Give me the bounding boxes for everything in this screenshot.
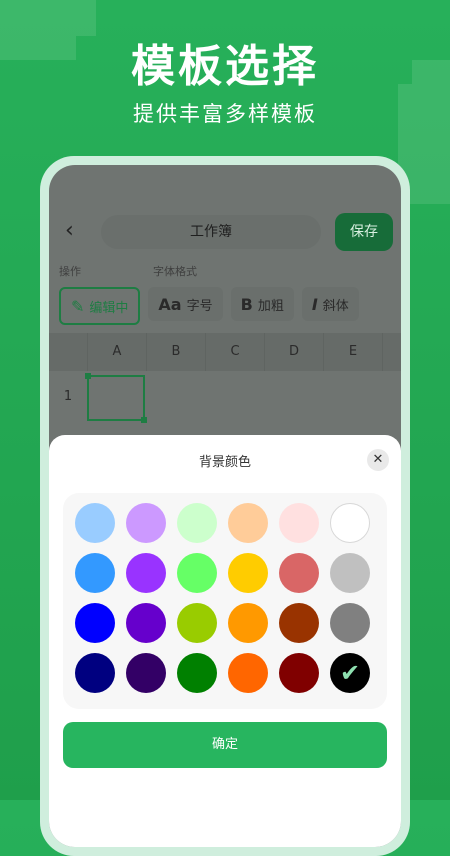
color-swatch[interactable] [279, 603, 319, 643]
close-icon[interactable]: ✕ [367, 449, 389, 471]
color-swatch[interactable] [177, 503, 217, 543]
selected-cell[interactable] [85, 373, 147, 423]
column-header[interactable]: A [88, 333, 147, 371]
color-swatch[interactable] [177, 603, 217, 643]
color-swatch[interactable] [177, 553, 217, 593]
edit-mode-label: 编辑中 [89, 300, 129, 316]
edit-mode-button[interactable]: ✎ 编辑中 [59, 287, 141, 325]
italic-label: 斜体 [322, 298, 349, 314]
phone-frame: ‹ 工作簿 保存 操作 字体格式 ✎ 编辑中 Aa 字号 B 加粗 I 斜体 A… [40, 156, 410, 856]
column-header[interactable]: E [324, 333, 383, 371]
bold-label: 加粗 [257, 298, 284, 314]
column-header[interactable]: D [265, 333, 324, 371]
color-swatch[interactable] [126, 603, 166, 643]
column-header[interactable]: B [147, 333, 206, 371]
color-palette: ✔ [63, 493, 387, 709]
format-toolbar: ✎ 编辑中 Aa 字号 B 加粗 I 斜体 [59, 287, 401, 325]
color-swatch[interactable] [228, 553, 268, 593]
color-swatch[interactable] [330, 603, 370, 643]
color-swatch[interactable] [330, 503, 370, 543]
grid-corner [49, 333, 88, 371]
font-size-icon: Aa [158, 294, 182, 314]
grid-row: 1 [49, 371, 401, 423]
row-header[interactable]: 1 [49, 371, 87, 423]
section-font-label: 字体格式 [153, 265, 197, 278]
color-swatch[interactable] [75, 653, 115, 693]
color-swatch[interactable] [279, 503, 319, 543]
italic-button[interactable]: I 斜体 [301, 287, 359, 321]
bold-button[interactable]: B 加粗 [230, 287, 294, 321]
hero-title: 模板选择 [131, 41, 319, 92]
color-swatch[interactable] [228, 653, 268, 693]
color-swatch[interactable] [177, 653, 217, 693]
save-button[interactable]: 保存 [335, 213, 393, 251]
phone-screen: ‹ 工作簿 保存 操作 字体格式 ✎ 编辑中 Aa 字号 B 加粗 I 斜体 A… [49, 165, 401, 847]
color-swatch[interactable] [330, 553, 370, 593]
font-size-button[interactable]: Aa 字号 [148, 287, 223, 321]
color-swatch[interactable] [75, 553, 115, 593]
color-swatch[interactable]: ✔ [330, 653, 370, 693]
bold-icon: B [240, 294, 253, 314]
column-header[interactable]: C [206, 333, 265, 371]
chevron-left-icon[interactable]: ‹ [65, 219, 89, 243]
app-topbar: ‹ 工作簿 保存 [49, 211, 401, 255]
font-size-label: 字号 [186, 298, 213, 314]
color-swatch[interactable] [228, 603, 268, 643]
color-swatch-grid: ✔ [75, 503, 370, 693]
selection-handle[interactable] [85, 373, 91, 379]
color-swatch[interactable] [126, 653, 166, 693]
color-swatch[interactable] [228, 503, 268, 543]
spreadsheet-grid: A B C D E 1 [49, 333, 401, 423]
confirm-button[interactable]: 确定 [63, 722, 387, 768]
color-swatch[interactable] [75, 503, 115, 543]
selection-handle[interactable] [141, 417, 147, 423]
color-swatch[interactable] [126, 553, 166, 593]
hero-subtitle: 提供丰富多样模板 [133, 102, 317, 126]
color-swatch[interactable] [279, 553, 319, 593]
check-icon: ✔ [339, 659, 361, 687]
color-swatch[interactable] [126, 503, 166, 543]
italic-icon: I [311, 294, 318, 314]
section-ops-label: 操作 [59, 265, 81, 278]
sheet-title: 背景颜色 [198, 455, 251, 470]
color-swatch[interactable] [75, 603, 115, 643]
workbook-title[interactable]: 工作簿 [101, 215, 321, 249]
edit-icon: ✎ [71, 296, 85, 316]
column-headers: A B C D E [49, 333, 401, 371]
background-color-sheet: 背景颜色 ✕ ✔ 确定 [49, 435, 401, 847]
color-swatch[interactable] [279, 653, 319, 693]
